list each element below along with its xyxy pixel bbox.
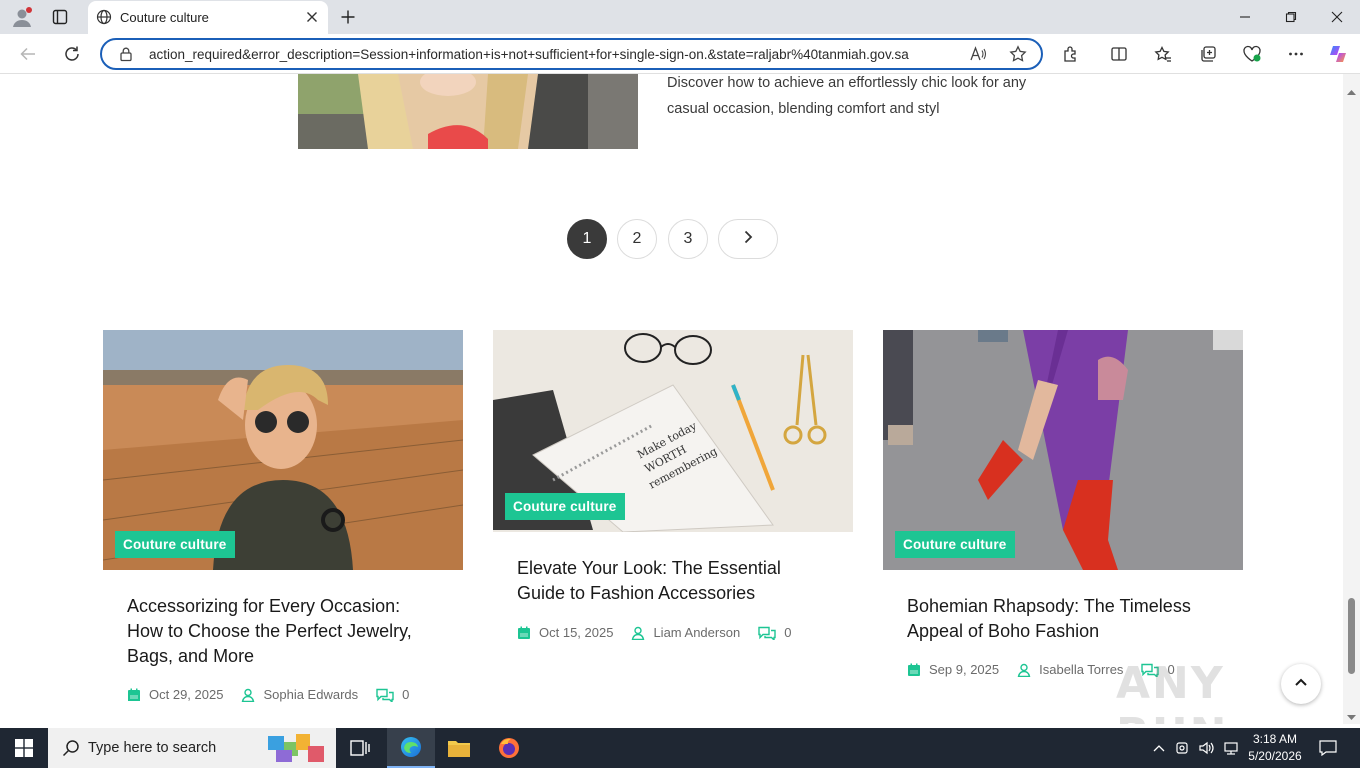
windows-start-button[interactable] [0,728,48,768]
copilot-icon[interactable] [1324,40,1352,68]
favorites-icon[interactable] [1149,40,1177,68]
card-2-meta: Oct 15, 2025 Liam Anderson 0 [517,625,791,642]
new-tab-icon[interactable] [336,5,360,29]
network-icon[interactable] [1221,728,1241,768]
post-excerpt: Discover how to achieve an effortlessly … [667,75,1027,117]
url-text: action_required&error_description=Sessio… [149,47,909,62]
search-placeholder: Type here to search [88,740,217,756]
firefox-icon[interactable] [485,728,533,768]
page-1-button[interactable]: 1 [567,219,607,259]
clock-time: 3:18 AM [1252,732,1298,746]
card-1-meta: Oct 29, 2025 Sophia Edwards 0 [127,687,409,704]
minimize-icon[interactable] [1222,0,1268,34]
scroll-up-icon[interactable] [1347,82,1356,100]
card-3-author[interactable]: Isabella Torres [1039,662,1123,677]
chevron-right-icon [741,230,755,249]
windows-taskbar: Type here to search 3:18 AM 5/20/2026 [0,728,1360,768]
card-2-author[interactable]: Liam Anderson [653,625,740,640]
tab-title: Couture culture [120,10,209,25]
restore-icon[interactable] [1268,0,1314,34]
calendar-icon [517,626,531,640]
calendar-icon [907,663,921,677]
profile-icon[interactable] [10,5,34,29]
browser-toolbar: action_required&error_description=Sessio… [0,34,1360,74]
search-icon [62,739,80,762]
browser-essentials-icon[interactable] [1238,40,1266,68]
search-highlight-icon [266,732,330,768]
page-3-button[interactable]: 3 [668,219,708,259]
card-1-comment-count[interactable]: 0 [402,687,409,702]
close-tab-icon[interactable] [304,9,320,25]
user-icon [1017,663,1031,677]
file-explorer-icon[interactable] [435,728,483,768]
card-2-comment-count[interactable]: 0 [784,625,791,640]
category-badge[interactable]: Couture culture [895,531,1015,558]
comments-icon [376,688,394,704]
browser-tab[interactable]: Couture culture [88,1,328,34]
user-icon [631,626,645,640]
category-badge[interactable]: Couture culture [115,531,235,558]
close-window-icon[interactable] [1314,0,1360,34]
collections-icon[interactable] [1194,40,1222,68]
refresh-icon[interactable] [58,40,86,68]
chevron-up-icon [1294,675,1308,694]
system-clock[interactable]: 3:18 AM 5/20/2026 [1240,731,1310,765]
page-viewport: Discover how to achieve an effortlessly … [0,74,1343,724]
card-1-date: Oct 29, 2025 [149,687,224,702]
notifications-icon[interactable] [1316,728,1340,768]
globe-icon [96,9,112,30]
task-view-icon[interactable] [336,728,384,768]
calendar-icon [127,688,141,702]
next-page-button[interactable] [718,219,778,259]
card-2-date: Oct 15, 2025 [539,625,614,640]
edge-taskbar-icon[interactable] [387,728,435,768]
card-3-date: Sep 9, 2025 [929,662,1000,677]
scrollbar-thumb[interactable] [1348,598,1355,674]
back-icon[interactable] [14,40,42,68]
volume-icon[interactable] [1196,728,1218,768]
taskbar-search-box[interactable]: Type here to search [48,728,336,768]
card-3-title[interactable]: Bohemian Rhapsody: The Timeless Appeal o… [907,594,1217,644]
tray-overflow-icon[interactable] [1150,728,1168,768]
meet-now-icon[interactable] [1173,728,1193,768]
back-to-top-button[interactable] [1281,664,1321,704]
category-badge[interactable]: Couture culture [505,493,625,520]
page-2-button[interactable]: 2 [617,219,657,259]
card-1-author[interactable]: Sophia Edwards [263,687,358,702]
extensions-icon[interactable] [1057,40,1085,68]
clock-date: 5/20/2026 [1248,749,1302,763]
scroll-down-icon[interactable] [1347,708,1356,726]
browser-titlebar: Couture culture [0,0,1360,34]
favorite-star-icon[interactable] [1009,45,1027,68]
read-aloud-icon[interactable] [969,45,987,68]
comments-icon [758,626,776,642]
card-1-title[interactable]: Accessorizing for Every Occasion: How to… [127,594,437,669]
lock-icon[interactable] [118,46,134,67]
tab-actions-icon[interactable] [48,5,72,29]
more-menu-icon[interactable] [1282,40,1310,68]
address-bar[interactable]: action_required&error_description=Sessio… [100,38,1043,70]
top-post-image[interactable] [298,74,638,149]
page-scrollbar[interactable] [1343,74,1360,724]
card-2-title[interactable]: Elevate Your Look: The Essential Guide t… [517,556,827,606]
split-screen-icon[interactable] [1105,40,1133,68]
user-icon [241,688,255,702]
